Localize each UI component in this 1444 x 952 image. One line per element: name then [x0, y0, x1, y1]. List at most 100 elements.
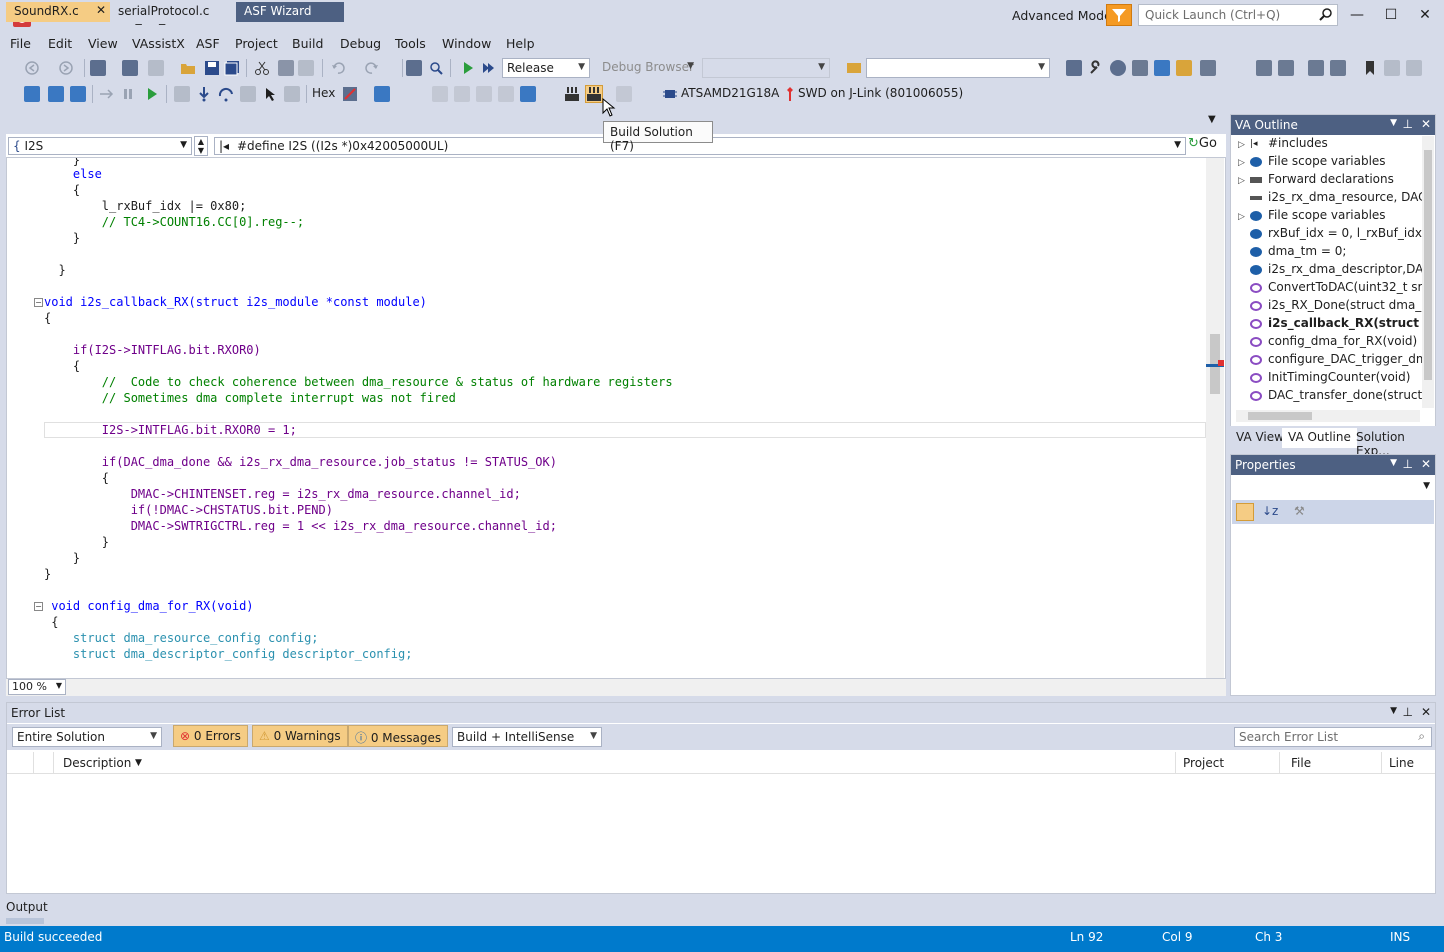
outline-item[interactable]: ▷ File scope variables [1238, 208, 1422, 226]
errors-filter-button[interactable]: ⊗ 0 Errors [173, 725, 248, 747]
bookmark-icon[interactable] [1362, 60, 1378, 76]
outline-hscroll-thumb[interactable] [1248, 412, 1312, 420]
debug-browser-select[interactable]: Debug Browser ▼ [598, 58, 698, 78]
menu-help[interactable]: Help [506, 36, 535, 51]
build-icon[interactable] [564, 86, 580, 102]
alphabetical-icon[interactable]: ↓z [1262, 504, 1278, 518]
error-search-input[interactable]: Search Error List ⌕ [1234, 727, 1432, 747]
sort-icon[interactable]: ▼ [135, 758, 142, 768]
open-folder-icon[interactable] [180, 60, 196, 76]
zoom-select[interactable]: 100 % ▼ [8, 679, 66, 695]
device-programming-icon[interactable] [70, 86, 86, 102]
close-icon[interactable]: ✕ [1421, 705, 1431, 719]
hex-toggle[interactable]: Hex [312, 86, 335, 100]
comment-icon[interactable] [1308, 60, 1324, 76]
solution-explorer-icon[interactable] [406, 60, 422, 76]
start-without-debugging-icon[interactable] [480, 60, 496, 76]
pin-icon[interactable]: ⊥ [1403, 457, 1413, 471]
tool-icon-3[interactable] [1132, 60, 1148, 76]
tool-icon-6[interactable] [1200, 60, 1216, 76]
menu-debug[interactable]: Debug [340, 36, 381, 51]
wrench-icon[interactable] [1088, 60, 1104, 76]
menu-vassistx[interactable]: VAssistX [132, 36, 185, 51]
tab-serialprotocol[interactable]: serialProtocol.c [110, 2, 236, 22]
menu-view[interactable]: View [88, 36, 118, 51]
step-out-icon[interactable] [240, 86, 256, 102]
outdent-icon[interactable] [1278, 60, 1294, 76]
tab-output[interactable]: Output [0, 896, 48, 918]
continue-arrow-icon[interactable] [98, 86, 114, 102]
outline-item[interactable]: dma_tm = 0; [1238, 244, 1422, 262]
menu-edit[interactable]: Edit [48, 36, 72, 51]
tool-icon-4[interactable] [1154, 60, 1170, 76]
undo-icon[interactable] [330, 60, 346, 76]
outline-item[interactable]: configure_DAC_trigger_dma [1238, 352, 1422, 370]
outline-item[interactable]: ConvertToDAC(uint32_t src, [1238, 280, 1422, 298]
outline-item[interactable]: InitTimingCounter(void) [1238, 370, 1422, 388]
redo-icon[interactable] [364, 60, 380, 76]
debugger-tool-icon[interactable] [782, 86, 798, 102]
minimize-button[interactable]: — [1340, 4, 1374, 26]
advanced-mode-label[interactable]: Advanced Mode [1012, 8, 1112, 23]
pin-icon[interactable]: ⊥ [1403, 117, 1413, 131]
column-description[interactable]: Description [63, 756, 131, 770]
outline-item[interactable]: i2s_callback_RX(struct i2s_ [1238, 316, 1422, 334]
copy-icon[interactable] [278, 60, 294, 76]
collapse-icon[interactable]: − [34, 602, 43, 611]
back-icon[interactable] [24, 60, 40, 76]
pane-menu-icon[interactable]: ▼ [1390, 706, 1397, 716]
disabled-tool-icon-2[interactable] [454, 86, 470, 102]
outline-item[interactable]: ▷ File scope variables [1238, 154, 1422, 172]
messages-filter-button[interactable]: ⓘ 0 Messages [348, 725, 449, 747]
step-into-icon[interactable] [196, 86, 212, 102]
outline-item[interactable]: i2s_rx_dma_descriptor,DAC_ [1238, 262, 1422, 280]
find-combo[interactable]: ▼ [866, 58, 1050, 78]
pause-icon[interactable] [120, 86, 136, 102]
vertical-scrollbar[interactable] [1206, 158, 1224, 678]
menu-asf[interactable]: ASF [196, 36, 220, 51]
windows-icon[interactable] [374, 86, 390, 102]
indent-icon[interactable] [1256, 60, 1272, 76]
continue-icon[interactable] [144, 86, 160, 102]
pane-menu-icon[interactable]: ▼ [1390, 458, 1397, 468]
step-over-icon[interactable] [218, 86, 234, 102]
disabled-tool-icon-4[interactable] [498, 86, 514, 102]
menu-build[interactable]: Build [292, 36, 323, 51]
outline-item[interactable]: i2s_rx_dma_resource, DAC_d [1238, 190, 1422, 208]
set-next-statement-icon[interactable] [284, 86, 300, 102]
outline-vscroll-thumb[interactable] [1424, 150, 1432, 380]
build-filter-select[interactable]: Build + IntelliSense ▼ [452, 727, 602, 747]
prev-bookmark-icon[interactable] [1384, 60, 1400, 76]
new-file-icon[interactable] [148, 60, 164, 76]
find-in-files-icon[interactable] [846, 60, 862, 76]
column-file[interactable]: File [1291, 756, 1311, 770]
property-pages-icon[interactable]: ⚒ [1294, 504, 1305, 518]
outline-item[interactable]: ▷ Forward declarations [1238, 172, 1422, 190]
uncomment-icon[interactable] [1330, 60, 1346, 76]
debugger-selector[interactable]: SWD on J-Link (801006055) [798, 86, 963, 100]
menu-window[interactable]: Window [442, 36, 491, 51]
pin-icon[interactable]: ⊥ [1403, 705, 1413, 719]
device-chip-icon[interactable] [662, 86, 678, 102]
outline-item[interactable]: DAC_transfer_done(struct d [1238, 388, 1422, 406]
memory-icon[interactable] [520, 86, 536, 102]
save-all-icon[interactable] [224, 60, 240, 76]
tab-dropdown-icon[interactable]: ▼ [1208, 114, 1216, 125]
tab-solution-explorer[interactable]: Solution Exp... [1350, 428, 1436, 458]
column-line[interactable]: Line [1389, 756, 1414, 770]
breakpoint-toggle-icon[interactable] [342, 86, 358, 102]
tool-icon-1[interactable] [1066, 60, 1082, 76]
go-button[interactable]: ↻Go [1188, 136, 1224, 156]
close-tab-icon[interactable]: ✕ [96, 3, 106, 17]
tab-va-view[interactable]: VA View [1230, 428, 1290, 448]
tab-va-outline[interactable]: VA Outline [1282, 428, 1357, 448]
outline-item[interactable]: config_dma_for_RX(void) [1238, 334, 1422, 352]
close-window-button[interactable]: ✕ [1408, 4, 1442, 26]
find-icon[interactable] [428, 60, 444, 76]
device-selector[interactable]: ATSAMD21G18A [681, 86, 779, 100]
add-item-icon[interactable] [122, 60, 138, 76]
forward-icon[interactable] [58, 60, 74, 76]
spin-icon[interactable]: ▲ ▼ [194, 136, 208, 156]
paste-icon[interactable] [298, 60, 314, 76]
cut-icon[interactable] [254, 60, 270, 76]
